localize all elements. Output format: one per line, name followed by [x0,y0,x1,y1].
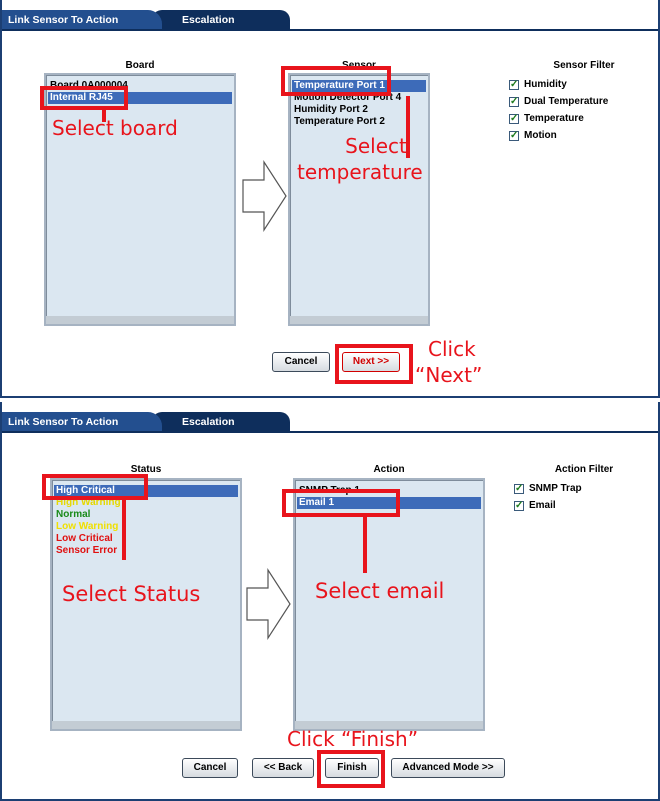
right-arrow-icon [246,568,291,640]
filter-motion[interactable]: Motion [509,129,557,143]
right-arrow-icon [242,160,287,232]
filter-label: Humidity [524,79,567,90]
list-item-status[interactable]: Sensor Error [54,545,238,557]
checkbox-checked-icon[interactable] [509,78,519,92]
tab-bar: Escalation Link Sensor To Action [2,402,658,433]
tab-underline [2,29,658,31]
highlight-box [282,489,400,517]
cancel-button[interactable]: Cancel [182,758,238,778]
link-sensor-panel-step2: Escalation Link Sensor To Action Status … [0,402,660,801]
highlight-box [317,750,385,788]
checkbox-checked-icon[interactable] [509,112,519,126]
annotation-pointer [122,500,126,560]
filter-label: Dual Temperature [524,96,609,107]
highlight-box [42,474,148,500]
action-filter-heading: Action Filter [554,464,614,475]
cancel-button[interactable]: Cancel [272,352,330,372]
board-list[interactable]: Board 0A000004 Internal RJ45 [44,73,236,326]
tab-underline [2,431,658,433]
filter-label: Email [529,500,556,511]
annotation-select-email: Select email [315,579,445,603]
filter-label: Motion [524,130,557,141]
action-heading: Action [373,464,405,475]
annotation-select-temperature: Select [345,134,407,158]
filter-email[interactable]: Email [514,499,556,513]
annotation-click-next: Click [428,337,476,361]
list-item-status[interactable]: Low Warning [54,521,238,533]
tab-escalation[interactable]: Escalation [152,10,290,30]
filter-label: Temperature [524,113,584,124]
list-item-status[interactable]: Low Critical [54,533,238,545]
link-sensor-panel-step1: Escalation Link Sensor To Action Board B… [0,0,660,398]
list-item-status[interactable]: Normal [54,509,238,521]
annotation-select-temperature: temperature [297,160,423,184]
tab-link-sensor-to-action[interactable]: Link Sensor To Action [2,10,162,30]
sensor-filter-heading: Sensor Filter [553,60,615,71]
checkbox-checked-icon[interactable] [509,129,519,143]
checkbox-checked-icon[interactable] [514,482,524,496]
annotation-pointer [363,517,367,573]
tab-link-sensor-to-action[interactable]: Link Sensor To Action [2,412,162,432]
filter-snmp-trap[interactable]: SNMP Trap [514,482,582,496]
filter-temperature[interactable]: Temperature [509,112,584,126]
annotation-select-status: Select Status [62,582,201,606]
filter-label: SNMP Trap [529,483,582,494]
checkbox-checked-icon[interactable] [509,95,519,109]
annotation-click-finish: Click “Finish” [287,727,419,751]
annotation-click-next: “Next” [415,363,483,387]
checkbox-checked-icon[interactable] [514,499,524,513]
highlight-box [335,344,413,384]
list-footer [52,721,240,729]
annotation-select-board: Select board [52,116,178,140]
tab-bar: Escalation Link Sensor To Action [2,0,658,31]
list-footer [46,316,234,324]
highlight-box [40,86,128,110]
list-footer [290,316,428,324]
tab-escalation[interactable]: Escalation [152,412,290,432]
board-heading: Board [125,60,155,71]
highlight-box [281,66,391,96]
filter-dual-temperature[interactable]: Dual Temperature [509,95,608,109]
filter-humidity[interactable]: Humidity [509,78,567,92]
advanced-mode-button[interactable]: Advanced Mode >> [391,758,505,778]
back-button[interactable]: << Back [252,758,314,778]
